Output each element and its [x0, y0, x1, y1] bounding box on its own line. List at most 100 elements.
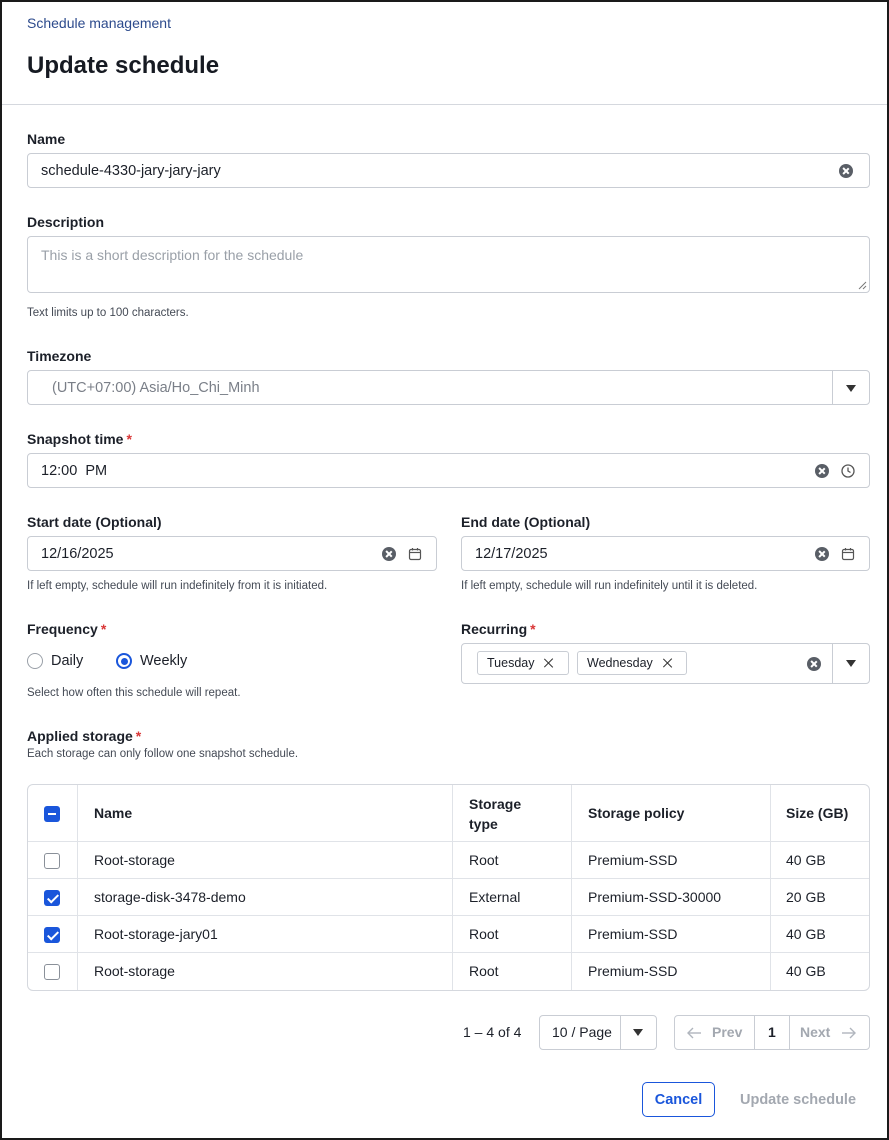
column-divider [452, 785, 453, 990]
snapshot-time-label: Snapshot time * [27, 431, 132, 447]
start-date-input[interactable]: 12/16/2025 [27, 536, 437, 571]
row-checkbox[interactable] [44, 853, 60, 869]
row-name: Root-storage [94, 852, 175, 868]
description-placeholder: This is a short description for the sche… [41, 247, 304, 263]
prev-button[interactable]: Prev [712, 1024, 742, 1040]
required-mark: * [530, 621, 536, 637]
clock-icon[interactable] [841, 464, 855, 478]
row-divider [28, 878, 869, 879]
tag-tuesday: Tuesday [477, 651, 569, 675]
start-date-value: 12/16/2025 [41, 545, 114, 562]
row-size: 20 GB [786, 889, 826, 905]
snapshot-time-input[interactable]: 12:00 PM [27, 453, 870, 488]
tag-label: Tuesday [487, 656, 535, 670]
frequency-label: Frequency * [27, 621, 106, 637]
radio-weekly[interactable] [116, 653, 132, 669]
recurring-multiselect[interactable]: Tuesday Wednesday [461, 643, 870, 684]
description-textarea[interactable]: This is a short description for the sche… [27, 236, 870, 293]
column-header-size[interactable]: Size (GB) [786, 803, 848, 823]
page-frame: Schedule management Update schedule Name… [0, 0, 889, 1140]
description-label: Description [27, 214, 105, 230]
row-divider [28, 841, 869, 842]
required-mark: * [126, 431, 132, 447]
clear-icon[interactable] [382, 547, 396, 561]
description-hint: Text limits up to 100 characters. [27, 307, 189, 319]
column-header-name[interactable]: Name [94, 803, 132, 823]
applied-storage-label-text: Applied storage [27, 728, 133, 744]
close-icon[interactable] [662, 658, 672, 668]
pager-divider [789, 1016, 790, 1049]
dropdown-separator [620, 1016, 621, 1049]
recurring-label-text: Recurring [461, 621, 528, 637]
row-size: 40 GB [786, 852, 826, 868]
row-checkbox[interactable] [44, 964, 60, 980]
arrow-right-icon [842, 1027, 856, 1039]
name-input-value: schedule-4330-jary-jary-jary [41, 162, 221, 179]
row-policy: Premium-SSD-30000 [588, 889, 722, 905]
snapshot-time-value: 12:00 PM [41, 462, 108, 479]
row-policy: Premium-SSD [588, 926, 678, 942]
end-date-hint: If left empty, schedule will run indefin… [461, 580, 758, 592]
clear-icon[interactable] [815, 464, 829, 478]
select-all-checkbox[interactable] [44, 806, 60, 822]
page-size-value: 10 / Page [552, 1024, 612, 1040]
row-type: External [469, 889, 521, 905]
timezone-value: (UTC+07:00) Asia/Ho_Chi_Minh [52, 379, 260, 396]
update-schedule-button[interactable]: Update schedule [729, 1082, 867, 1117]
row-type: Root [469, 926, 499, 942]
column-header-storage-type[interactable]: Storage type [469, 794, 539, 834]
row-type: Root [469, 852, 499, 868]
row-checkbox[interactable] [44, 927, 60, 943]
column-header-storage-policy[interactable]: Storage policy [588, 803, 684, 823]
storage-table: Name Storage type Storage policy Size (G… [27, 784, 870, 991]
row-divider [28, 952, 869, 953]
name-label: Name [27, 131, 66, 147]
column-divider [77, 785, 78, 990]
page-number-current[interactable]: 1 [768, 1024, 776, 1040]
close-icon[interactable] [543, 658, 553, 668]
start-date-hint: If left empty, schedule will run indefin… [27, 580, 328, 592]
arrow-left-icon [687, 1027, 701, 1039]
next-button[interactable]: Next [800, 1024, 830, 1040]
chevron-down-icon[interactable] [846, 385, 856, 392]
row-divider [28, 915, 869, 916]
calendar-icon[interactable] [408, 547, 422, 561]
snapshot-time-label-text: Snapshot time [27, 431, 124, 447]
dropdown-separator [832, 644, 833, 683]
column-divider [571, 785, 572, 990]
frequency-label-text: Frequency [27, 621, 98, 637]
clear-icon[interactable] [839, 164, 853, 178]
resize-handle-icon[interactable] [858, 281, 867, 290]
page-size-select[interactable]: 10 / Page [539, 1015, 657, 1050]
row-type: Root [469, 963, 499, 979]
applied-storage-label: Applied storage * [27, 728, 141, 744]
row-checkbox[interactable] [44, 890, 60, 906]
breadcrumb-link[interactable]: Schedule management [27, 15, 171, 31]
row-policy: Premium-SSD [588, 852, 678, 868]
page-title: Update schedule [27, 52, 220, 79]
timezone-select[interactable]: (UTC+07:00) Asia/Ho_Chi_Minh [27, 370, 870, 405]
start-date-label: Start date (Optional) [27, 514, 162, 530]
recurring-label: Recurring * [461, 621, 536, 637]
tag-label: Wednesday [587, 656, 653, 670]
end-date-label: End date (Optional) [461, 514, 591, 530]
radio-daily-label[interactable]: Daily [51, 653, 83, 669]
row-name: Root-storage-jary01 [94, 926, 218, 942]
row-size: 40 GB [786, 926, 826, 942]
end-date-value: 12/17/2025 [475, 545, 548, 562]
chevron-down-icon[interactable] [846, 660, 856, 667]
cancel-button[interactable]: Cancel [642, 1082, 715, 1117]
radio-weekly-label[interactable]: Weekly [140, 653, 187, 669]
row-size: 40 GB [786, 963, 826, 979]
frequency-hint: Select how often this schedule will repe… [27, 687, 241, 699]
required-mark: * [100, 621, 107, 637]
radio-daily[interactable] [27, 653, 43, 669]
row-name: storage-disk-3478-demo [94, 889, 246, 905]
name-input[interactable]: schedule-4330-jary-jary-jary [27, 153, 870, 188]
end-date-input[interactable]: 12/17/2025 [461, 536, 870, 571]
pagination-range: 1 – 4 of 4 [463, 1024, 522, 1040]
clear-icon[interactable] [807, 657, 821, 671]
chevron-down-icon[interactable] [633, 1029, 643, 1036]
clear-icon[interactable] [815, 547, 829, 561]
calendar-icon[interactable] [841, 547, 855, 561]
